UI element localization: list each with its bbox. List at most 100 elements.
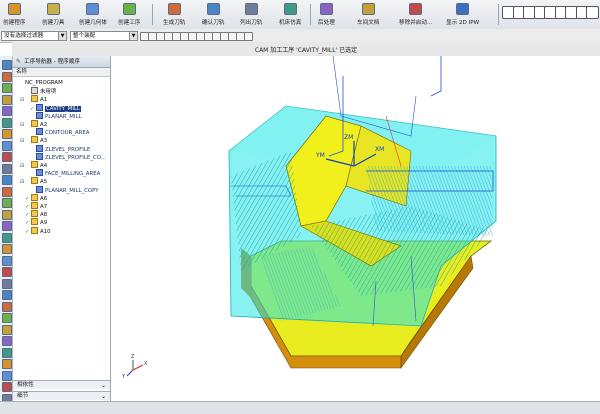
operation-row-label: ZLEVEL_PROFILE_CO...	[45, 154, 106, 161]
resource-tab-icon[interactable]	[2, 129, 12, 139]
operation-row[interactable]: ZLEVEL_PROFILE_CO...	[13, 152, 122, 161]
operation-row[interactable]: ✓ A9	[13, 218, 117, 226]
operation-row[interactable]: ✓ A7	[13, 202, 117, 210]
ribbon-button-output[interactable]: 移除并启动...	[399, 2, 432, 27]
operation-row-label: A4	[40, 163, 48, 169]
ribbon-button-generate-toolpath[interactable]: 生成刀轨	[163, 2, 185, 27]
ribbon-button-create-program[interactable]: 创建程序	[3, 2, 25, 27]
expand-toggle-icon[interactable]: ⊟	[20, 162, 25, 169]
column-header-name[interactable]: 名称	[13, 68, 110, 77]
chevron-down-icon[interactable]: ⌄	[101, 392, 106, 401]
dependency-panel-header[interactable]: 相依性 ⌄	[13, 380, 110, 389]
ribbon-button-create-operation[interactable]: 创建工序	[118, 2, 140, 27]
operation-row[interactable]: ✓ A6	[13, 193, 117, 202]
operation-row[interactable]: PLANAR_MILL	[13, 111, 122, 120]
ribbon-separator	[152, 4, 153, 25]
operation-row[interactable]: FACE_MILLING_AREA	[13, 169, 122, 177]
ribbon-button-label: 创建程序	[3, 20, 26, 26]
ribbon-button-machine-simulation[interactable]: 机床仿真	[279, 2, 301, 27]
program-folder-icon	[31, 177, 38, 185]
ribbon-button-shop-doc[interactable]: 车间文档	[357, 2, 379, 27]
ribbon-separator	[498, 4, 499, 25]
ribbon-button-list-toolpath[interactable]: 列出刀轨	[240, 2, 262, 27]
operation-row[interactable]: ✓ CAVITY_MILL	[13, 103, 122, 112]
operation-row[interactable]: ⊟ A2	[13, 120, 117, 128]
operation-row[interactable]: ✓ A10	[13, 226, 117, 235]
resource-tab-icon[interactable]	[2, 221, 12, 231]
operation-row-label: CAVITY_MILL	[45, 105, 81, 112]
pin-icon[interactable]: ✎	[16, 58, 21, 65]
resource-tab-icon[interactable]	[2, 278, 12, 289]
resource-tab-icon[interactable]	[2, 290, 12, 300]
operation-icon	[36, 152, 43, 160]
operation-row[interactable]: ✓ A8	[13, 210, 117, 218]
resource-tab-icon[interactable]	[2, 94, 12, 105]
program-folder-icon	[31, 193, 38, 201]
resource-tab-icon[interactable]	[2, 71, 12, 82]
resource-tab-icon[interactable]	[2, 370, 12, 381]
triad-z-label: Z	[131, 354, 135, 360]
filter-select[interactable]: 没有选择过滤器 ▼	[1, 31, 67, 41]
operation-row-label: A2	[40, 122, 48, 128]
operation-row[interactable]: CONTOUR_AREA	[13, 128, 122, 136]
operation-row[interactable]: PLANAR_MILL_COPY	[13, 185, 122, 194]
resource-tab-icon[interactable]	[2, 60, 12, 70]
resource-tab-icon[interactable]	[2, 232, 12, 243]
operation-row[interactable]: NC_PROGRAM	[13, 79, 112, 87]
ribbon-button-create-tool[interactable]: 创建刀具	[42, 2, 64, 27]
resource-tab-icon[interactable]	[2, 152, 12, 162]
resource-tab-icon[interactable]	[2, 117, 12, 128]
ribbon-button-display-ipw[interactable]: 显示 2D IPW	[446, 2, 479, 27]
resource-tab-icon[interactable]	[2, 382, 12, 392]
resource-tab-icon[interactable]	[2, 255, 12, 266]
resource-tab-icon[interactable]	[2, 244, 12, 254]
resource-tab-icon[interactable]	[2, 336, 12, 346]
details-panel-header[interactable]: 细节 ⌄	[13, 391, 110, 400]
resource-tab-icon[interactable]	[2, 324, 12, 335]
expand-toggle-icon[interactable]: ⊟	[20, 137, 25, 144]
zm-axis-label: ZM	[344, 134, 353, 141]
filter-select-value: 没有选择过滤器	[4, 33, 44, 39]
resource-tab-icon[interactable]	[2, 209, 12, 220]
part-toolpath-view: ZM XM YM Z X Y	[121, 56, 497, 380]
resource-tab-icon[interactable]	[2, 313, 12, 323]
resource-tab-icon[interactable]	[2, 267, 12, 277]
operation-row-label: A3	[40, 138, 48, 145]
resource-tab-icon[interactable]	[2, 301, 12, 312]
ribbon-button-create-geometry[interactable]: 创建几何体	[79, 2, 107, 27]
ribbon-button-postprocess[interactable]: 后处理	[318, 2, 335, 27]
expand-toggle-icon[interactable]: ⊟	[20, 96, 25, 103]
ribbon-button-label: 列出刀轨	[240, 20, 263, 26]
resource-tab-icon[interactable]	[2, 186, 12, 197]
operation-row-label: FACE_MILLING_AREA	[45, 171, 101, 178]
expand-toggle-icon[interactable]: ⊟	[20, 121, 25, 128]
operation-row[interactable]: ⊟ A3	[13, 136, 117, 144]
assembly-select[interactable]: 整个装配 ▼	[70, 31, 138, 41]
resource-tab-icon[interactable]	[2, 140, 12, 151]
operation-row[interactable]: ZLEVEL_PROFILE	[13, 144, 122, 153]
resource-tab-icon[interactable]	[2, 347, 12, 358]
resource-tab-icon[interactable]	[2, 359, 12, 369]
grid-icon[interactable]	[586, 6, 599, 19]
chevron-down-icon[interactable]: ⌄	[101, 381, 106, 390]
xm-axis-label: XM	[375, 146, 384, 153]
operation-row[interactable]: ⊟ A5	[13, 177, 117, 185]
operation-row[interactable]: ⊟ A4	[13, 161, 117, 169]
expand-toggle-icon[interactable]: ⊟	[20, 178, 25, 185]
operation-row[interactable]: ⊟ A1	[13, 95, 117, 103]
operation-row[interactable]: 未用项	[13, 87, 117, 95]
operation-row-label: A7	[40, 204, 48, 210]
resource-tab-icon[interactable]	[2, 83, 12, 93]
resource-tab-icon[interactable]	[2, 106, 12, 116]
resource-tab-icon[interactable]	[2, 163, 12, 174]
dependency-panel-label: 相依性	[17, 382, 34, 388]
operation-icon	[36, 144, 43, 152]
snap-tool-icon[interactable]	[244, 32, 253, 41]
resource-tab-icon[interactable]	[2, 175, 12, 185]
graphics-viewport[interactable]: ZM XM YM Z X Y	[111, 56, 600, 401]
operation-row-label: A5	[40, 179, 48, 186]
status-check-icon: ✓	[25, 204, 30, 210]
verify-toolpath-icon	[206, 3, 220, 15]
ribbon-button-verify-toolpath[interactable]: 确认刀轨	[202, 2, 224, 27]
resource-tab-icon[interactable]	[2, 198, 12, 208]
